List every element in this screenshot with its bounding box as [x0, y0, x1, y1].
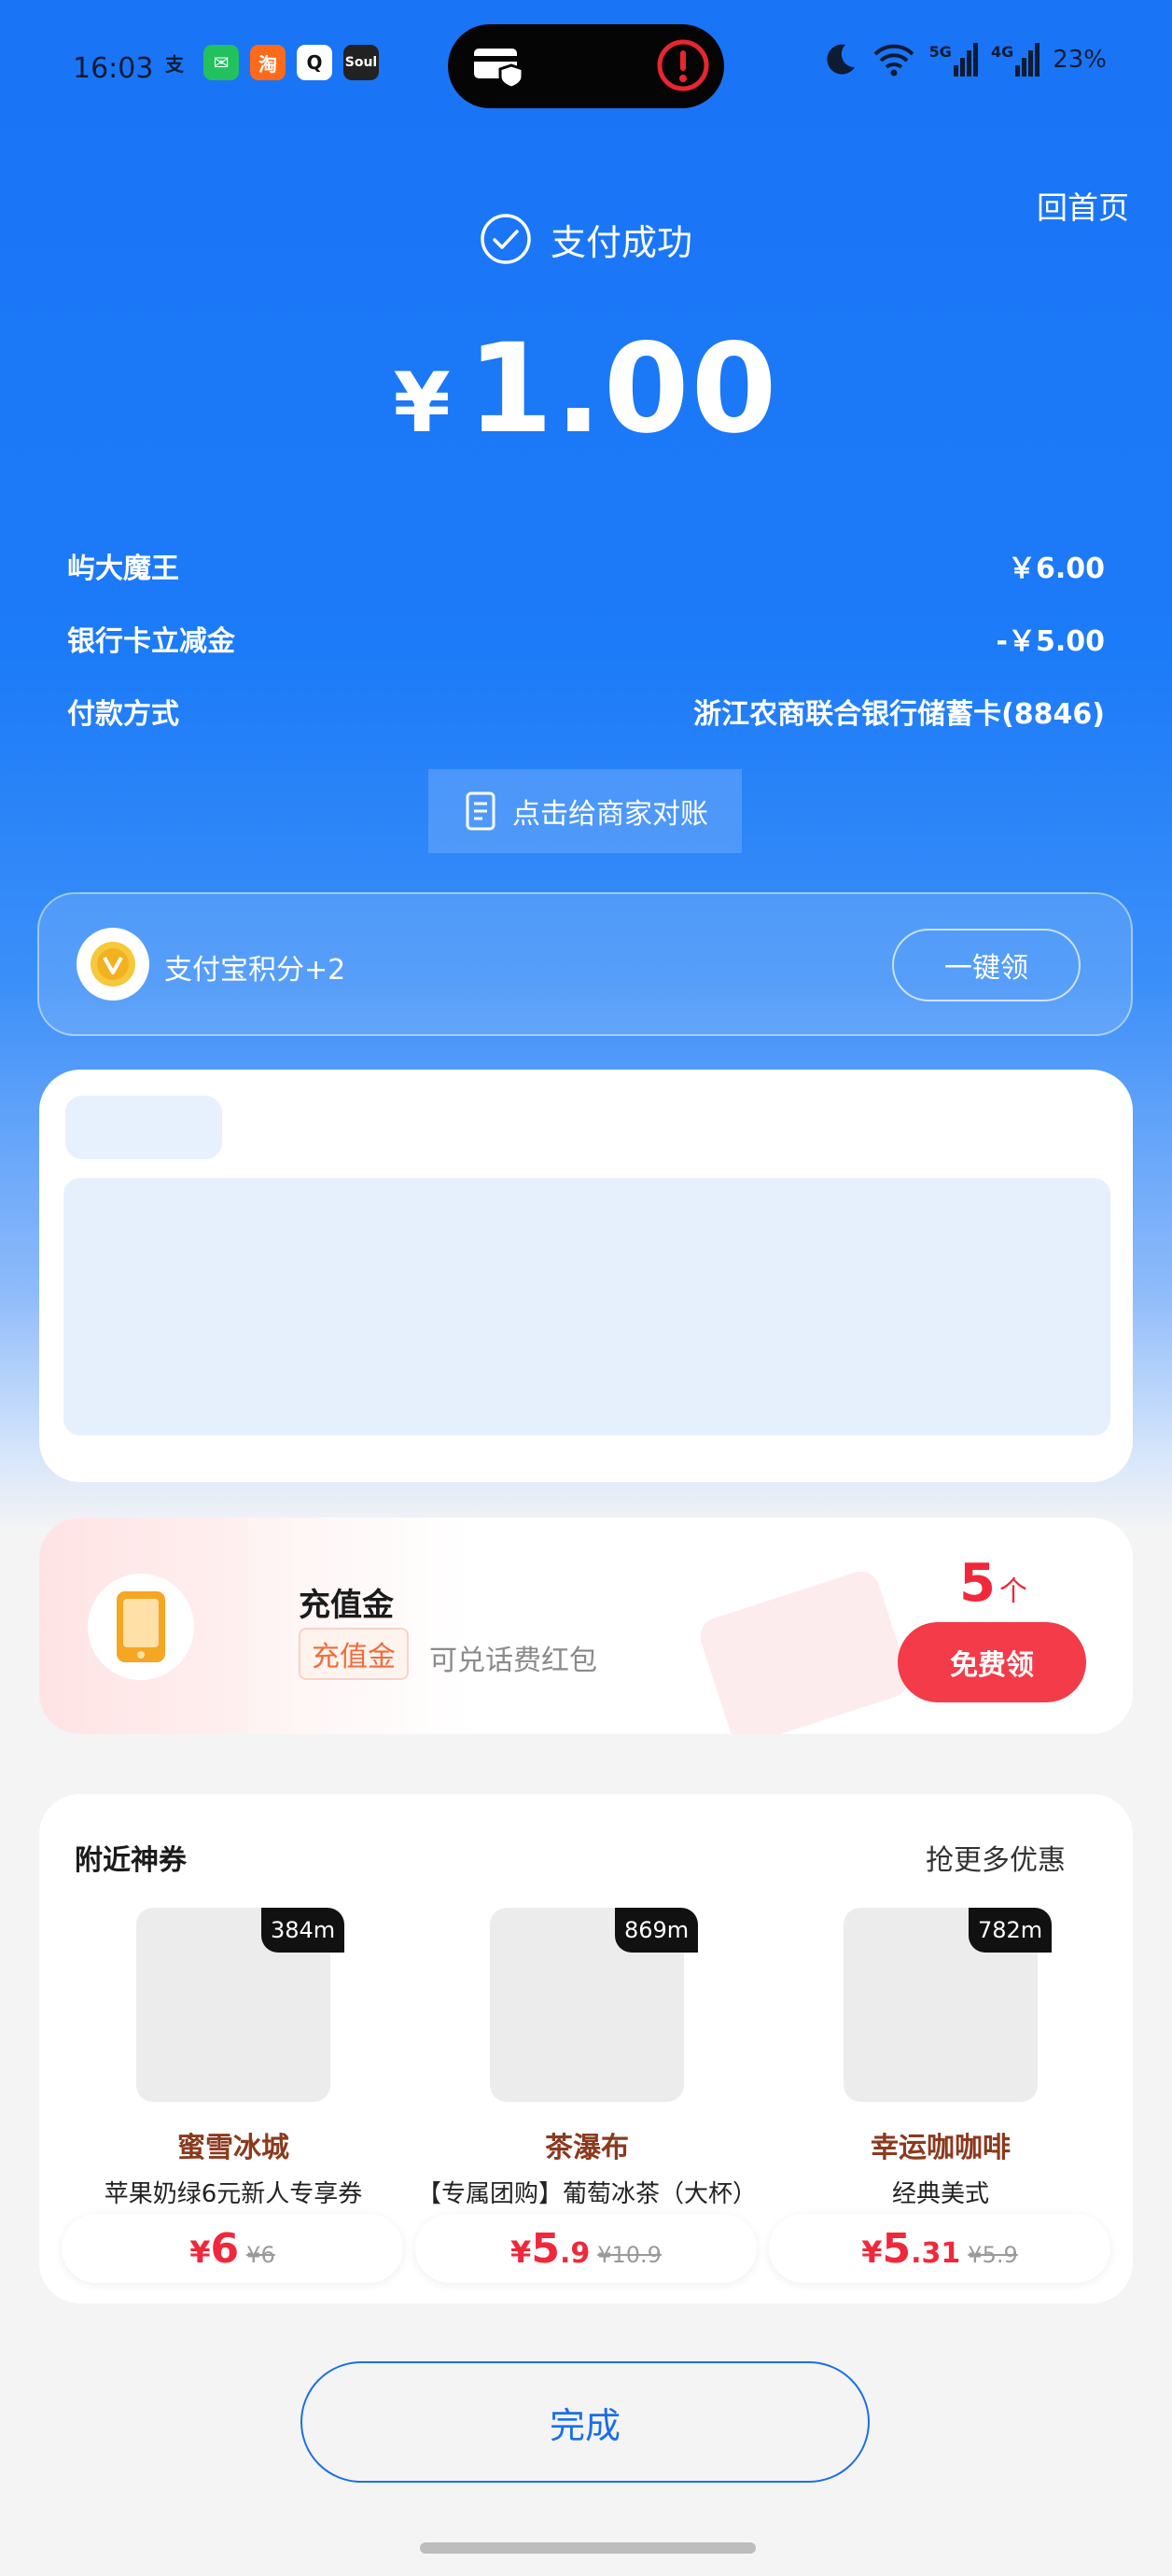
- home-indicator[interactable]: [420, 2542, 756, 2554]
- points-card: 支付宝积分+2 一键领: [37, 892, 1133, 1036]
- recharge-count: 5 个: [959, 1553, 1027, 1614]
- skeleton-content: [63, 1178, 1110, 1435]
- loading-placeholder-card: [39, 1070, 1133, 1482]
- price-currency: ¥: [510, 2234, 532, 2270]
- payment-success-page: 16:03 支 ✉ 淘 Q Soul 5G 4G 23% 回首页 支付成功 ¥ …: [0, 0, 1172, 2576]
- points-coin-icon: [77, 928, 149, 1001]
- moon-icon: [827, 44, 855, 75]
- price-integer: 5: [531, 2225, 560, 2273]
- detail-value: -￥5.00: [996, 625, 1105, 658]
- recharge-mid-band: [248, 1518, 472, 1734]
- wechat-icon: ✉: [203, 45, 239, 80]
- price-integer: 5: [882, 2225, 912, 2273]
- network-5g-label: 5G: [928, 43, 952, 61]
- skeleton-title: [65, 1096, 222, 1159]
- original-price: ¥10.9: [597, 2242, 662, 2268]
- coupon-item[interactable]: 869m 茶瀑布 【专属团购】葡萄冰茶（大杯）: [393, 1908, 757, 2253]
- payment-success-row: 支付成功: [0, 213, 1172, 265]
- original-price: ¥5.9: [968, 2242, 1018, 2268]
- original-price: ¥6: [246, 2242, 275, 2268]
- receipt-icon: [466, 791, 495, 831]
- detail-value: ￥6.00: [1007, 553, 1105, 585]
- coupon-distance: 869m: [615, 1908, 699, 1953]
- battery-level: 23%: [1053, 46, 1107, 74]
- coupon-description: 【专属团购】葡萄冰茶（大杯）: [416, 2180, 757, 2208]
- more-deals-link[interactable]: 抢更多优惠: [926, 1837, 1066, 1878]
- recharge-tag: 充值金: [299, 1628, 409, 1680]
- detail-label: 付款方式: [67, 698, 179, 731]
- detail-value: 浙江农商联合银行储蓄卡(8846): [693, 698, 1105, 731]
- coupon-description: 苹果奶绿6元新人专享券: [104, 2180, 363, 2208]
- recharge-count-unit: 个: [998, 1575, 1027, 1608]
- signal-5g-icon: 5G: [929, 43, 978, 77]
- soul-icon: Soul: [343, 45, 379, 80]
- phone-icon: [88, 1574, 194, 1680]
- status-time: 16:03: [73, 52, 154, 85]
- coupon-shop-name: 幸运咖咖啡: [871, 2132, 1011, 2164]
- detail-label: 屿大魔王: [67, 553, 179, 585]
- price-currency: ¥: [861, 2234, 883, 2270]
- recharge-desc: 可兑话费红包: [429, 1645, 597, 1677]
- recharge-card[interactable]: 充值金 充值金 可兑话费红包 5 个 免费领: [39, 1518, 1133, 1734]
- reconcile-label: 点击给商家对账: [512, 798, 708, 831]
- coupon-item[interactable]: 384m 蜜雪冰城 苹果奶绿6元新人专享券: [39, 1908, 394, 2253]
- claim-points-button[interactable]: 一键领: [892, 929, 1081, 1001]
- coupon-distance: 384m: [261, 1908, 345, 1953]
- coupon-item[interactable]: 782m 幸运咖咖啡 经典美式: [746, 1908, 1101, 2253]
- status-bar: 16:03 支 ✉ 淘 Q Soul 5G 4G 23%: [0, 0, 1172, 140]
- coupon-shop-name: 蜜雪冰城: [177, 2132, 289, 2164]
- points-text: 支付宝积分+2: [164, 954, 346, 987]
- price-currency: ¥: [189, 2234, 211, 2270]
- coupon-price-bar[interactable]: ¥ 5 .9 ¥10.9: [415, 2214, 757, 2283]
- coupon-shop-name: 茶瀑布: [545, 2132, 629, 2164]
- card-shield-icon: [474, 49, 524, 90]
- price-decimal: .31: [911, 2237, 961, 2270]
- notification-app-icons: 支 ✉ 淘 Q Soul: [157, 45, 379, 80]
- amount-currency: ¥: [393, 355, 451, 451]
- coupons-title: 附近神券: [75, 1844, 187, 1877]
- done-button[interactable]: 完成: [300, 2361, 870, 2483]
- price-decimal: .9: [559, 2237, 591, 2270]
- signal-4g-icon: 4G: [990, 43, 1040, 77]
- alipay-icon: 支: [165, 52, 184, 76]
- wifi-icon: [873, 44, 914, 77]
- dynamic-island[interactable]: [448, 24, 724, 108]
- reconcile-button[interactable]: 点击给商家对账: [428, 769, 742, 853]
- amount-value: 1.00: [467, 317, 779, 461]
- detail-row-discount: 银行卡立减金 -￥5.00: [67, 618, 1105, 659]
- price-integer: 6: [210, 2225, 240, 2273]
- red-envelope-decoration: [695, 1566, 914, 1734]
- detail-row-payment-method: 付款方式 浙江农商联合银行储蓄卡(8846): [67, 691, 1105, 732]
- detail-label: 银行卡立减金: [67, 625, 235, 658]
- network-4g-label: 4G: [990, 43, 1014, 61]
- check-circle-icon: [481, 214, 531, 264]
- free-claim-button[interactable]: 免费领: [898, 1622, 1086, 1702]
- taobao-icon: 淘: [250, 45, 286, 80]
- alert-icon: [657, 39, 709, 91]
- success-text: 支付成功: [550, 221, 692, 263]
- recharge-title: 充值金: [299, 1587, 394, 1624]
- paid-amount: ¥ 1.00: [0, 317, 1172, 461]
- coupon-price-bar[interactable]: ¥ 6 ¥6: [62, 2214, 403, 2283]
- qq-icon: Q: [297, 45, 332, 80]
- coupon-price-bar[interactable]: ¥ 5 .31 ¥5.9: [769, 2214, 1110, 2283]
- coupon-description: 经典美式: [891, 2180, 989, 2208]
- recharge-count-number: 5: [959, 1553, 996, 1614]
- detail-row-merchant: 屿大魔王 ￥6.00: [67, 545, 1105, 586]
- coupon-distance: 782m: [969, 1908, 1053, 1953]
- status-indicators: 5G 4G 23%: [821, 41, 1107, 78]
